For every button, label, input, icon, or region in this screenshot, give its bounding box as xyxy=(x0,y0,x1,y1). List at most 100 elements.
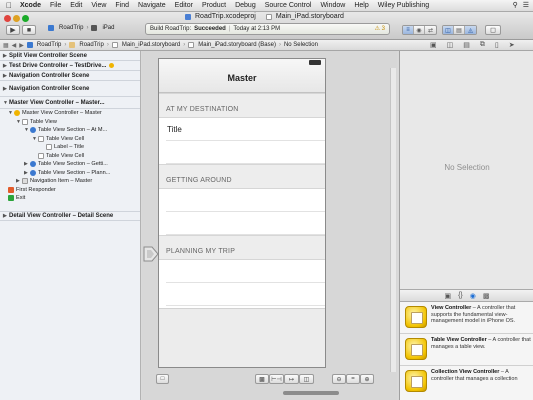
forward-arrow-icon[interactable]: ▶ xyxy=(19,42,24,49)
breadcrumb-group[interactable]: RoadTrip xyxy=(69,42,104,48)
standard-editor-icon[interactable]: ≡ xyxy=(403,26,414,34)
show-outline-button[interactable]: □ xyxy=(156,374,169,384)
scene-detail[interactable]: ▶ Detail View Controller – Detail Scene xyxy=(0,210,140,221)
scene-navigation-2[interactable]: ▶ Navigation Controller Scene xyxy=(0,81,140,97)
outline-node-section-destination[interactable]: ▼ Table View Section – At M... xyxy=(8,126,140,135)
section-header-getting-around[interactable]: GETTING AROUND xyxy=(159,164,325,189)
view-toggle-control[interactable]: ◫ ▤ ◬ xyxy=(442,25,477,35)
outline-node-section-planning[interactable]: ▶ Table View Section – Plann... xyxy=(8,169,140,178)
outline-node-section-getting[interactable]: ▶ Table View Section – Getti... xyxy=(8,160,140,169)
minimize-window-button[interactable] xyxy=(13,15,20,22)
close-window-button[interactable] xyxy=(4,15,11,22)
table-cell-empty[interactable] xyxy=(166,189,325,212)
menu-product[interactable]: Product xyxy=(202,2,226,9)
back-arrow-icon[interactable]: ◀ xyxy=(12,42,17,49)
zoom-actual-icon[interactable]: = xyxy=(346,374,360,384)
vertical-scrollbar[interactable] xyxy=(390,68,396,380)
table-cell-empty[interactable] xyxy=(166,283,325,306)
table-cell-empty[interactable] xyxy=(166,260,325,283)
menu-help[interactable]: Help xyxy=(354,2,368,9)
menu-user[interactable]: Wiley Publishing xyxy=(378,2,429,9)
scene-split-view[interactable]: ▶ Split View Controller Scene xyxy=(0,51,140,61)
menu-window[interactable]: Window xyxy=(320,2,345,9)
organizer-button[interactable]: ◻ xyxy=(485,25,501,35)
menu-view[interactable]: View xyxy=(91,2,106,9)
segue-arrow-icon[interactable] xyxy=(143,244,159,264)
outline-node-navigation-item[interactable]: ▶ Navigation Item – Master xyxy=(8,177,140,186)
run-button[interactable]: ▶ xyxy=(6,25,20,35)
menu-find[interactable]: Find xyxy=(115,2,129,9)
outline-node-label-title[interactable]: Label – Title xyxy=(8,143,140,152)
table-cell-title[interactable]: Title xyxy=(166,118,325,141)
debug-area-toggle-icon[interactable]: ▤ xyxy=(454,26,465,34)
utilities-toggle-icon[interactable]: ◬ xyxy=(465,26,476,34)
navigator-toggle-icon[interactable]: ◫ xyxy=(443,26,454,34)
menu-debug[interactable]: Debug xyxy=(235,2,256,9)
editor-mode-control[interactable]: ≡ ◉ ⇄ xyxy=(402,25,437,35)
related-items-icon[interactable]: ▦ xyxy=(3,42,9,49)
stop-button[interactable]: ■ xyxy=(22,25,36,35)
section-header-destination[interactable]: AT MY DESTINATION xyxy=(159,93,325,118)
breadcrumb-storyboard[interactable]: Main_iPad.storyboard xyxy=(111,42,180,48)
horizontal-scrollbar[interactable] xyxy=(283,391,339,395)
resolve-issues-icon[interactable]: ◫ xyxy=(299,374,314,384)
breadcrumb-selection[interactable]: No Selection xyxy=(284,42,318,48)
cell-title-label[interactable]: Title xyxy=(167,125,182,134)
scene-label: Detail View Controller – Detail Scene xyxy=(9,212,114,219)
pin-icon[interactable]: ↦ xyxy=(284,374,299,384)
navigation-bar[interactable]: Master xyxy=(159,59,325,93)
outline-node-label: Table View xyxy=(30,118,57,125)
warning-badge[interactable]: ⚠ 3 xyxy=(375,25,385,32)
zoom-window-button[interactable] xyxy=(22,15,29,22)
library-item-table-view-controller[interactable]: Table View Controller – A controller tha… xyxy=(400,334,533,366)
form-factor-icon[interactable]: ▩ xyxy=(255,374,269,384)
scheme-selector[interactable]: RoadTrip › iPad xyxy=(48,25,114,31)
table-cell-empty[interactable] xyxy=(166,141,325,164)
apple-menu-icon[interactable]:  xyxy=(6,1,15,10)
tab-project[interactable]: RoadTrip.xcodeproj xyxy=(185,13,256,20)
outline-node-table-view[interactable]: ▼ Table View xyxy=(8,118,140,127)
scene-navigation-1[interactable]: ▶ Navigation Controller Scene xyxy=(0,71,140,81)
outline-node-cell-2[interactable]: Table View Cell xyxy=(8,152,140,161)
menu-source-control[interactable]: Source Control xyxy=(265,2,312,9)
attributes-inspector-icon[interactable]: ⧉ xyxy=(480,41,485,49)
menu-xcode[interactable]: Xcode xyxy=(20,2,41,9)
object-library-icon[interactable]: ◉ xyxy=(470,292,476,300)
size-inspector-icon[interactable]: ▯ xyxy=(495,41,499,49)
master-view-controller-scene[interactable]: Master AT MY DESTINATION Title GETTING A… xyxy=(158,58,326,368)
library-item-collection-view-controller[interactable]: Collection View Controller – A controlle… xyxy=(400,366,533,400)
breadcrumb-storyboard-base[interactable]: Main_iPad.storyboard (Base) xyxy=(188,42,276,48)
outline-node-cell-1[interactable]: ▼ Table View Cell xyxy=(8,135,140,144)
zoom-in-icon[interactable]: ⊕ xyxy=(360,374,374,384)
zoom-out-icon[interactable]: ⊖ xyxy=(332,374,346,384)
chevron-right-icon: › xyxy=(86,25,89,31)
menu-editor[interactable]: Editor xyxy=(175,2,193,9)
section-header-planning[interactable]: PLANNING MY TRIP xyxy=(159,235,325,260)
outline-node-label: Navigation Item – Master xyxy=(30,178,93,185)
connections-inspector-icon[interactable]: ➤ xyxy=(509,41,515,49)
assistant-editor-icon[interactable]: ◉ xyxy=(414,26,425,34)
code-snippet-icon[interactable]: {} xyxy=(458,292,463,299)
scene-test-drive[interactable]: ▶ Test Drive Controller – TestDrive... xyxy=(0,61,140,71)
outline-node-exit[interactable]: Exit xyxy=(8,194,140,203)
outline-node-master-controller[interactable]: ▼ Master View Controller – Master xyxy=(8,109,140,118)
file-template-icon[interactable]: ▣ xyxy=(444,292,451,300)
file-inspector-icon[interactable]: ▣ xyxy=(430,41,437,49)
outline-node-first-responder[interactable]: First Responder xyxy=(8,186,140,195)
menu-edit[interactable]: Edit xyxy=(70,2,82,9)
menu-file[interactable]: File xyxy=(50,2,61,9)
version-editor-icon[interactable]: ⇄ xyxy=(425,26,436,34)
scene-master[interactable]: ▼ Master View Controller – Master... xyxy=(0,97,140,109)
library-item-view-controller[interactable]: View Controller – A controller that supp… xyxy=(400,302,533,334)
menu-navigate[interactable]: Navigate xyxy=(138,2,166,9)
breadcrumb-project[interactable]: RoadTrip xyxy=(26,42,61,48)
chevron-right-icon: › xyxy=(278,42,281,48)
media-library-icon[interactable]: ▩ xyxy=(483,292,490,300)
identity-inspector-icon[interactable]: ▤ xyxy=(463,41,470,49)
table-cell-empty[interactable] xyxy=(166,212,325,235)
list-icon[interactable]: ☰ xyxy=(523,1,529,9)
quick-help-icon[interactable]: ◫ xyxy=(447,41,454,49)
align-icon[interactable]: ⊢⊣ xyxy=(269,374,284,384)
search-icon[interactable]: ⚲ xyxy=(513,1,518,9)
tab-storyboard[interactable]: Main_iPad.storyboard xyxy=(265,13,344,20)
